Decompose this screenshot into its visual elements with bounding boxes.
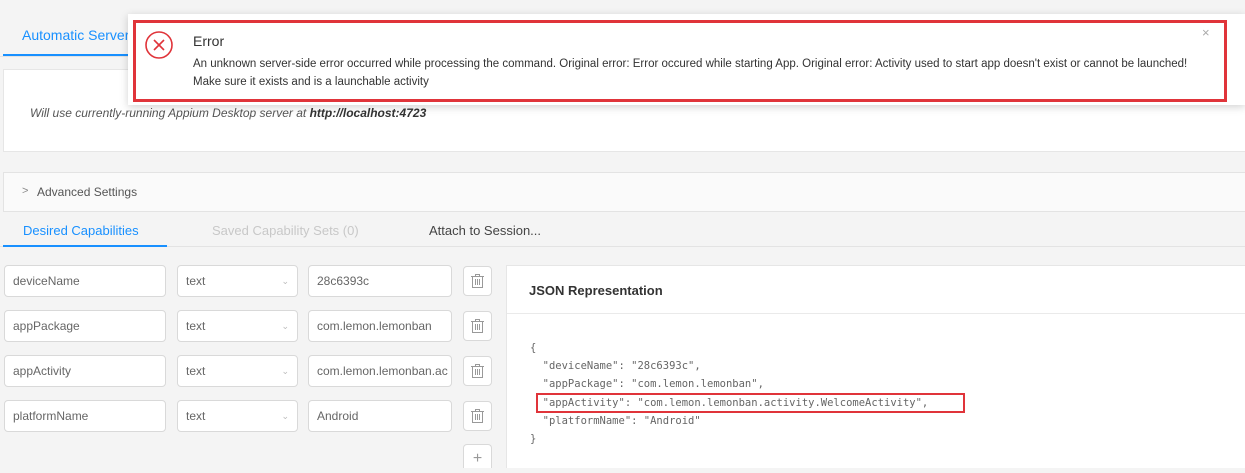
trash-icon — [471, 274, 484, 288]
json-line: "appPackage": "com.lemon.lemonban", — [530, 378, 764, 390]
capability-type-select[interactable]: text ⌄ — [177, 265, 298, 297]
capability-type-select[interactable]: text ⌄ — [177, 355, 298, 387]
cap-tabs-divider — [0, 246, 1245, 247]
delete-capability-button[interactable] — [463, 401, 492, 431]
annotation-highlight-box — [536, 393, 965, 413]
tab-saved-capability-sets[interactable]: Saved Capability Sets (0) — [212, 223, 359, 238]
json-line: "deviceName": "28c6393c", — [530, 360, 701, 372]
capability-type-value: text — [186, 319, 206, 333]
capability-name-input[interactable]: appActivity — [4, 355, 166, 387]
capability-value-input[interactable]: 28c6393c — [308, 265, 452, 297]
capability-type-value: text — [186, 409, 206, 423]
chevron-down-icon: ⌄ — [281, 411, 289, 421]
capability-type-value: text — [186, 274, 206, 288]
capability-value-input[interactable]: Android — [308, 400, 452, 432]
server-note: Will use currently-running Appium Deskto… — [30, 106, 426, 120]
chevron-right-icon: > — [22, 185, 29, 197]
capability-name-input[interactable]: platformName — [4, 400, 166, 432]
capability-name-input[interactable]: appPackage — [4, 310, 166, 342]
advanced-settings-toggle[interactable] — [3, 172, 1245, 212]
trash-icon — [471, 319, 484, 333]
chevron-down-icon: ⌄ — [281, 321, 289, 331]
json-line: { — [530, 342, 537, 354]
annotation-highlight-box — [133, 20, 1227, 102]
capability-type-select[interactable]: text ⌄ — [177, 400, 298, 432]
capability-type-select[interactable]: text ⌄ — [177, 310, 298, 342]
capability-type-value: text — [186, 364, 206, 378]
chevron-down-icon: ⌄ — [281, 276, 289, 286]
delete-capability-button[interactable] — [463, 356, 492, 386]
tab-automatic-server[interactable]: Automatic Server — [22, 27, 129, 43]
tab-desired-capabilities[interactable]: Desired Capabilities — [23, 223, 139, 238]
json-divider — [507, 313, 1245, 314]
json-title: JSON Representation — [529, 283, 663, 298]
capability-name-input[interactable]: deviceName — [4, 265, 166, 297]
advanced-settings-label: Advanced Settings — [37, 185, 138, 199]
trash-icon — [471, 364, 484, 378]
delete-capability-button[interactable] — [463, 266, 492, 296]
tab-attach-to-session[interactable]: Attach to Session... — [429, 223, 541, 238]
json-line: } — [530, 433, 537, 445]
trash-icon — [471, 409, 484, 423]
delete-capability-button[interactable] — [463, 311, 492, 341]
add-capability-button[interactable]: + — [463, 444, 492, 468]
capability-value-input[interactable]: com.lemon.lemonban — [308, 310, 452, 342]
capability-value-input[interactable]: com.lemon.lemonban.ac — [308, 355, 452, 387]
chevron-down-icon: ⌄ — [281, 366, 289, 376]
server-note-text: Will use currently-running Appium Deskto… — [30, 106, 310, 120]
cap-active-tab-indicator — [3, 245, 167, 247]
server-url: http://localhost:4723 — [309, 106, 427, 120]
json-line: "platformName": "Android" — [530, 415, 701, 427]
